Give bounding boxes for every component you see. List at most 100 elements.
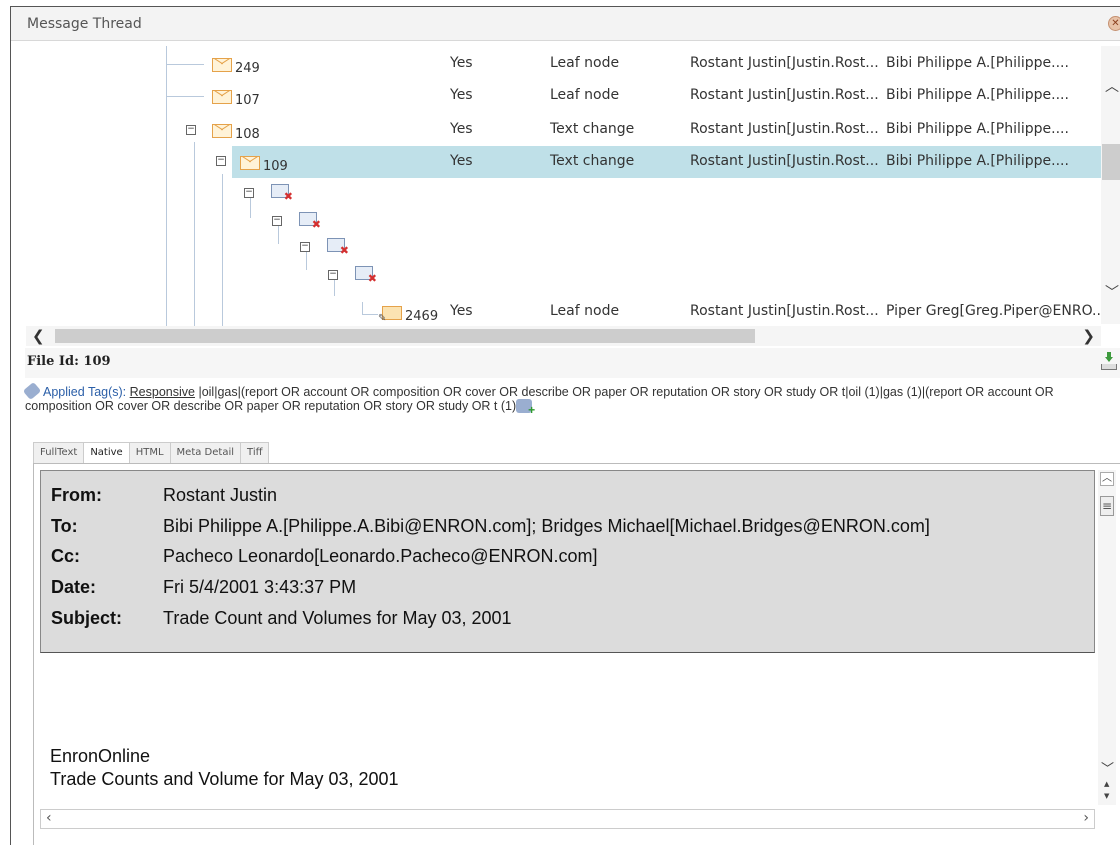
tab-fulltext[interactable]: FullText [33, 442, 85, 463]
cell-from: Rostant Justin[Justin.Rost... [690, 121, 879, 137]
document-view-tabs: FullText Native HTML Meta Detail Tiff [33, 442, 270, 463]
cell-to: Bibi Philippe A.[Philippe.... [886, 121, 1069, 137]
envelope-attachment-icon: ✎ [378, 306, 402, 324]
email-body-line: Trade Counts and Volume for May 03, 2001 [50, 769, 399, 789]
collapse-icon[interactable]: − [300, 242, 310, 252]
collapse-icon[interactable]: − [244, 188, 254, 198]
table-row[interactable]: 107 Yes Leaf node Rostant Justin[Justin.… [26, 80, 1101, 112]
cell-to: Bibi Philippe A.[Philippe.... [886, 55, 1069, 71]
page-up-icon[interactable]: ▲ [1104, 780, 1109, 788]
tab-native[interactable]: Native [83, 442, 130, 463]
document-vertical-scrollbar[interactable]: ︿ ≡ ﹀ ▲ ▼ [1098, 470, 1116, 805]
cell-type: Leaf node [550, 303, 620, 319]
message-thread-window: Message Thread ✕ 249 Yes Leaf node Rosta… [10, 6, 1120, 845]
deleted-message-icon: ✖ [327, 238, 349, 256]
cell-from: Rostant Justin[Justin.Rost... [690, 153, 879, 169]
email-header: From: Rostant Justin To: Bibi Philippe A… [40, 470, 1095, 653]
applied-tags-label: Applied Tag(s): [43, 385, 127, 399]
cell-from: Rostant Justin[Justin.Rost... [690, 55, 879, 71]
envelope-icon [212, 58, 232, 72]
cell-type: Text change [550, 121, 635, 137]
tab-meta-detail[interactable]: Meta Detail [169, 442, 242, 463]
from-label: From: [51, 485, 102, 505]
chevron-right-icon[interactable]: › [1083, 810, 1089, 826]
tag-icon [22, 381, 42, 401]
chevron-down-icon[interactable]: ﹀ [1101, 758, 1114, 777]
chevron-down-icon[interactable]: ﹀ [1105, 282, 1119, 302]
grid-vertical-scrollbar[interactable]: ︿ ﹀ [1101, 46, 1120, 324]
add-tag-icon[interactable] [516, 399, 535, 417]
table-row-selected[interactable]: 109 Yes Text change Rostant Justin[Justi… [232, 146, 1102, 178]
email-document: From: Rostant Justin To: Bibi Philippe A… [40, 470, 1095, 820]
message-id: 108 [235, 127, 260, 142]
window-title: Message Thread [27, 16, 142, 32]
scroll-thumb[interactable] [1102, 144, 1120, 180]
chevron-up-icon[interactable]: ︿ [1105, 76, 1119, 96]
file-id-bar: File Id: 109 [25, 348, 1120, 378]
document-horizontal-scrollbar[interactable]: ‹ › [40, 809, 1095, 829]
date-value: Fri 5/4/2001 3:43:37 PM [163, 577, 357, 597]
grid-horizontal-scrollbar[interactable]: ❮ ❯ [26, 326, 1101, 346]
tree-line [250, 198, 251, 218]
cell-type: Leaf node [550, 87, 620, 103]
cell-type: Leaf node [550, 55, 620, 71]
message-id: 2469 [405, 309, 439, 324]
cell-to: Bibi Philippe A.[Philippe.... [886, 87, 1069, 103]
tag-responsive-link[interactable]: Responsive [130, 385, 195, 399]
cc-value: Pacheco Leonardo[Leonardo.Pacheco@ENRON.… [163, 546, 598, 566]
message-node: 109 [240, 154, 288, 174]
thread-grid: 249 Yes Leaf node Rostant Justin[Justin.… [26, 46, 1120, 346]
title-bar: Message Thread ✕ [11, 7, 1120, 41]
collapse-icon[interactable]: − [328, 270, 338, 280]
table-row[interactable]: − 108 Yes Text change Rostant Justin[Jus… [26, 114, 1101, 146]
scroll-thumb[interactable] [55, 329, 755, 343]
envelope-icon [240, 156, 260, 170]
collapse-icon[interactable]: − [272, 216, 282, 226]
cell-to: Piper Greg[Greg.Piper@ENRO... [886, 303, 1106, 319]
chevron-left-icon[interactable]: ❮ [32, 327, 45, 345]
close-icon[interactable]: ✕ [1108, 16, 1120, 31]
chevron-right-icon[interactable]: ❯ [1082, 327, 1095, 345]
cell-from: Rostant Justin[Justin.Rost... [690, 87, 879, 103]
cell-has-attach: Yes [450, 303, 473, 319]
to-label: To: [51, 516, 78, 536]
tab-tiff[interactable]: Tiff [240, 442, 270, 463]
cell-has-attach: Yes [450, 121, 473, 137]
deleted-message-icon: ✖ [299, 212, 321, 230]
message-node: 107 [212, 88, 260, 108]
file-id-label: File Id: 109 [27, 354, 111, 369]
page-down-icon[interactable]: ▼ [1104, 792, 1109, 800]
message-id: 109 [263, 159, 288, 174]
deleted-message-icon: ✖ [271, 184, 293, 202]
envelope-icon [212, 124, 232, 138]
cc-label: Cc: [51, 546, 81, 566]
email-body-line: EnronOnline [50, 746, 151, 766]
tab-html[interactable]: HTML [128, 442, 171, 463]
from-value: Rostant Justin [163, 485, 278, 505]
subject-value: Trade Count and Volumes for May 03, 2001 [163, 608, 512, 628]
message-node: 249 [212, 56, 260, 76]
cell-has-attach: Yes [450, 153, 473, 169]
collapse-icon[interactable]: − [216, 156, 226, 166]
deleted-message-icon: ✖ [355, 266, 377, 284]
chevron-left-icon[interactable]: ‹ [46, 810, 52, 826]
cell-has-attach: Yes [450, 55, 473, 71]
to-value: Bibi Philippe A.[Philippe.A.Bibi@ENRON.c… [163, 516, 930, 536]
collapse-icon[interactable]: − [186, 125, 196, 135]
message-id: 249 [235, 61, 260, 76]
cell-from: Rostant Justin[Justin.Rost... [690, 303, 879, 319]
message-id: 107 [235, 93, 260, 108]
document-viewer: From: Rostant Justin To: Bibi Philippe A… [33, 463, 1120, 845]
table-row[interactable]: 249 Yes Leaf node Rostant Justin[Justin.… [26, 48, 1101, 80]
download-icon[interactable] [1101, 352, 1117, 370]
applied-tags: Applied Tag(s): Responsive |oil|gas|(rep… [22, 381, 1120, 417]
cell-type: Text change [550, 153, 635, 169]
subject-label: Subject: [51, 608, 123, 628]
table-row[interactable]: ✎ 2469 Yes Leaf node Rostant Justin[Just… [26, 296, 1105, 328]
scroll-thumb[interactable]: ≡ [1100, 496, 1114, 516]
date-label: Date: [51, 577, 97, 597]
message-node: ✎ 2469 [378, 304, 438, 324]
message-node: 108 [212, 122, 260, 142]
chevron-up-icon[interactable]: ︿ [1100, 472, 1114, 486]
cell-has-attach: Yes [450, 87, 473, 103]
